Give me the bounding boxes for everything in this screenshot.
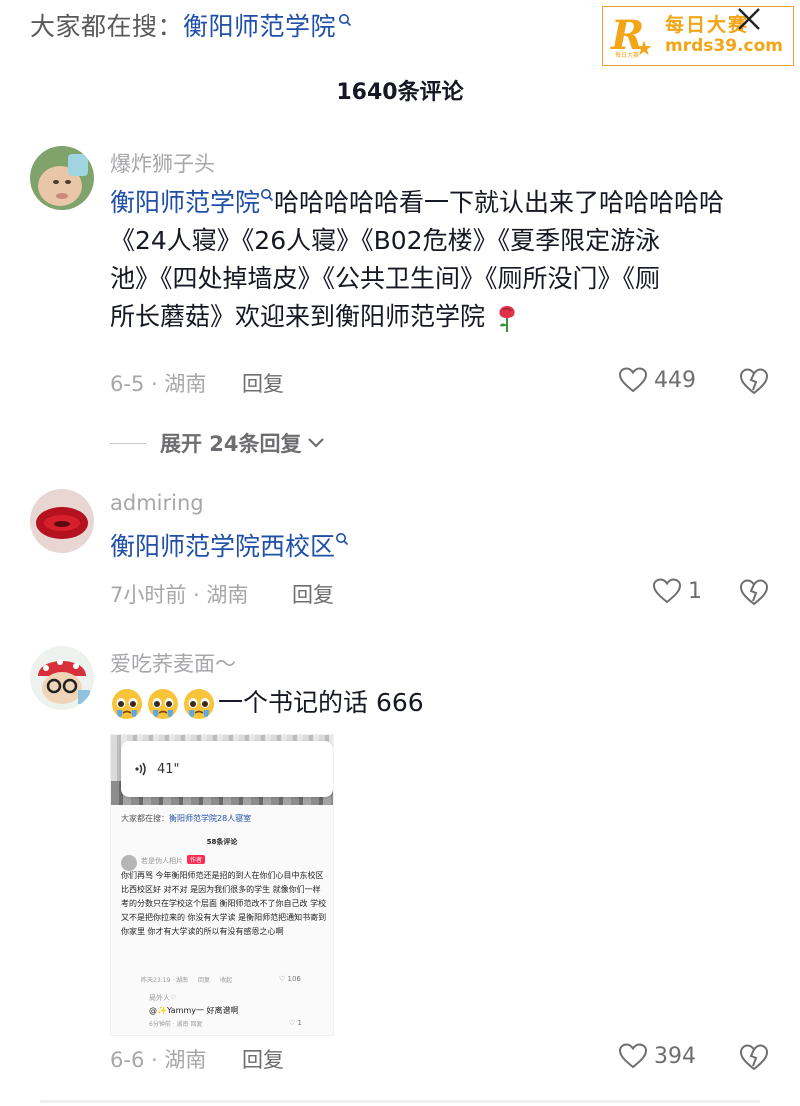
search-keyword-link[interactable]: 衡阳师范学院 bbox=[183, 7, 336, 43]
comment-line: 《24人寝》《26人寝》《B02危楼》《夏季限定游泳 bbox=[110, 226, 661, 255]
comment-count-title: 1640条评论 bbox=[336, 80, 464, 105]
comment-line: 池》《四处掉墙皮》《公共卫生间》《厕所没门》《厕 bbox=[110, 264, 661, 293]
screenshot-meta: 昨天23:19 · 湖南 回复 收起 bbox=[141, 977, 233, 984]
screenshot-reply-text: @✨Yammy一 好离谱啊 bbox=[149, 1006, 239, 1015]
like-count: 449 bbox=[654, 367, 696, 393]
reply-button[interactable]: 回复 bbox=[242, 368, 284, 398]
screenshot-comment-text: 你们再骂 今年衡阳师范还是招的到人在你们心目中东校区比西校区好 对不对 是因为我… bbox=[121, 871, 327, 936]
search-suggestion[interactable]: 大家都在搜： 衡阳师范学院 bbox=[30, 8, 352, 42]
like-button[interactable]: 449 bbox=[618, 366, 696, 394]
reply-button[interactable]: 回复 bbox=[292, 579, 334, 609]
avatar[interactable] bbox=[30, 489, 94, 553]
screenshot-reply-meta: 6分钟前 · 湖南 回复 bbox=[149, 1021, 203, 1028]
search-icon bbox=[339, 14, 352, 27]
avatar[interactable] bbox=[30, 146, 94, 210]
screenshot-comment-count: 58条评论 bbox=[206, 838, 238, 846]
comment-text: 衡阳师范学院西校区 bbox=[110, 528, 780, 566]
comment-username[interactable]: admiring bbox=[110, 491, 204, 515]
voice-message: 41" bbox=[121, 741, 333, 797]
voice-duration: 41" bbox=[157, 761, 180, 777]
comment-keyword-link[interactable]: 衡阳师范学院西校区 bbox=[110, 532, 335, 561]
comment-text: 衡阳师范学院 哈哈哈哈哈看一下就认出来了哈哈哈哈哈 《24人寝》《26人寝》《B0… bbox=[110, 184, 780, 336]
close-icon[interactable] bbox=[734, 4, 764, 34]
comment-line: 一个书记的话 666 bbox=[218, 688, 424, 717]
search-prefix: 大家都在搜： bbox=[30, 12, 184, 41]
pleading-face-emoji bbox=[148, 689, 178, 719]
comment-line: 哈哈哈哈哈看一下就认出来了哈哈哈哈哈 bbox=[274, 188, 725, 217]
like-count: 1 bbox=[688, 578, 702, 604]
pleading-face-emoji bbox=[184, 689, 214, 719]
screenshot-username: 若是伪人相片 bbox=[141, 857, 183, 865]
watermark-url: mrds39.com bbox=[665, 36, 783, 57]
author-badge: 作者 bbox=[187, 855, 206, 864]
heart-icon bbox=[618, 367, 648, 393]
search-icon bbox=[261, 189, 274, 202]
dislike-icon[interactable] bbox=[738, 1042, 770, 1072]
comment-line: 所长蘑菇》欢迎来到衡阳师范学院 bbox=[110, 302, 486, 331]
watermark-logo: R ★ 每日大赛 bbox=[611, 12, 653, 60]
expand-replies-label: 展开 24条回复 bbox=[160, 432, 302, 456]
like-button[interactable]: 394 bbox=[618, 1042, 696, 1070]
comment-username[interactable]: 爆炸狮子头 bbox=[110, 148, 215, 178]
expand-replies-button[interactable]: 展开 24条回复 bbox=[110, 428, 326, 458]
chevron-down-icon bbox=[307, 438, 324, 448]
avatar[interactable] bbox=[30, 646, 94, 710]
comment-date-location: 6-5 · 湖南 bbox=[110, 372, 207, 396]
search-icon bbox=[336, 533, 349, 546]
comment-username[interactable]: 爱吃荞麦面～ bbox=[110, 648, 236, 678]
comment-keyword-link[interactable]: 衡阳师范学院 bbox=[110, 188, 260, 217]
site-watermark: R ★ 每日大赛 每日大赛 mrds39.com bbox=[602, 6, 794, 66]
dislike-icon[interactable] bbox=[738, 366, 770, 396]
pleading-face-emoji bbox=[112, 689, 142, 719]
screenshot-reply-likes: ♡ 1 bbox=[289, 1019, 302, 1027]
like-count: 394 bbox=[654, 1043, 696, 1069]
bottom-divider bbox=[40, 1100, 760, 1103]
heart-icon bbox=[652, 578, 682, 604]
watermark-name: 每日大赛 bbox=[665, 14, 750, 37]
comment-text: 一个书记的话 666 bbox=[110, 684, 780, 722]
like-button[interactable]: 1 bbox=[652, 577, 702, 605]
rose-icon bbox=[499, 306, 515, 332]
dislike-icon[interactable] bbox=[738, 577, 770, 607]
divider bbox=[110, 442, 146, 444]
screenshot-like-count: ♡ 106 bbox=[279, 975, 301, 983]
screenshot-search: 大家都在搜：衡阳师范学院28人寝室 bbox=[121, 814, 252, 823]
comment-date-location: 7小时前 · 湖南 bbox=[110, 583, 249, 607]
heart-icon bbox=[618, 1043, 648, 1069]
reply-button[interactable]: 回复 bbox=[242, 1044, 284, 1074]
comment-date-location: 6-6 · 湖南 bbox=[110, 1048, 207, 1072]
audio-wave-icon bbox=[135, 762, 146, 776]
screenshot-reply-user: 局外人♡ bbox=[149, 994, 177, 1002]
comment-image[interactable]: 41" 大家都在搜：衡阳师范学院28人寝室 58条评论 若是伪人相片 作者 你们… bbox=[110, 734, 334, 1036]
